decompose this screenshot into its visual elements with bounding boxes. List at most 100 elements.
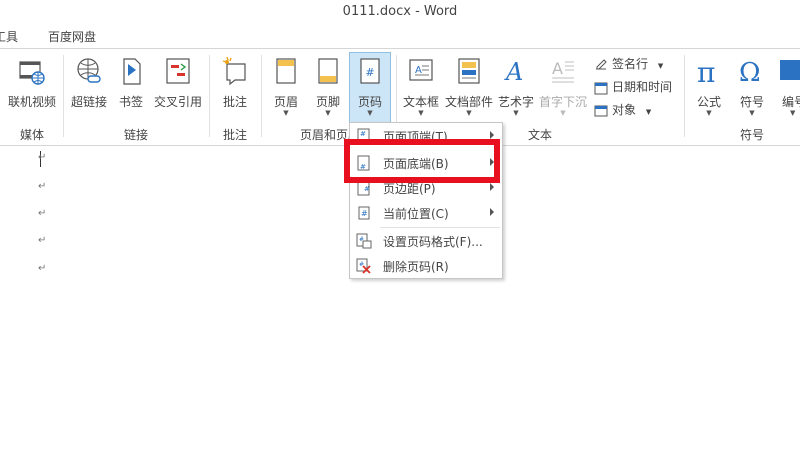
group-divider — [63, 55, 64, 137]
chevron-down-icon: ▼ — [466, 109, 472, 117]
group-links-label: 链接 — [123, 128, 148, 142]
hyperlink-label: 超链接 — [70, 95, 107, 109]
menu-item-current-position[interactable]: # 当前位置(C) — [350, 200, 502, 226]
dropcap-icon: A — [552, 59, 574, 83]
object-label: 对象 — [612, 103, 637, 117]
paragraph-mark: ↵ — [38, 181, 47, 192]
footer-label: 页脚 — [315, 95, 340, 109]
pi-icon: π — [697, 56, 715, 86]
signature-line-button[interactable]: 签名行 ▼ — [594, 55, 663, 75]
svg-text:#: # — [364, 185, 370, 193]
svg-text:#: # — [361, 209, 368, 218]
wordart-button[interactable]: A 艺术字 ▼ — [496, 53, 536, 123]
date-time-button[interactable]: 日期和时间 — [594, 78, 672, 98]
tab-tools[interactable]: 工具 — [0, 28, 18, 45]
page-number-button[interactable]: # 页码 ▼ — [349, 52, 391, 124]
group-divider — [261, 55, 262, 137]
svg-text:#: # — [360, 130, 366, 138]
hyperlink-icon — [77, 58, 101, 83]
ribbon-tabs: 工具 百度网盘 — [0, 24, 800, 48]
quick-parts-label: 文档部件 — [444, 95, 493, 109]
window-title: 0111.docx - Word — [342, 4, 458, 19]
quick-parts-icon — [458, 58, 480, 84]
chevron-down-icon: ▼ — [645, 108, 652, 116]
hyperlink-button[interactable]: 超链接 — [66, 53, 112, 123]
chevron-down-icon: ▼ — [283, 109, 289, 117]
svg-text:A: A — [552, 59, 563, 78]
comment-label: 批注 — [222, 95, 247, 109]
textbox-icon: A — [409, 59, 433, 81]
title-bar: 0111.docx - Word — [0, 0, 800, 24]
symbol-label: 符号 — [739, 95, 764, 109]
svg-text:A: A — [504, 58, 523, 86]
online-video-label: 联机视频 — [7, 95, 56, 109]
paragraph-mark: ↵ — [38, 235, 47, 246]
object-icon — [594, 105, 608, 116]
comment-button[interactable]: 批注 — [214, 53, 256, 123]
footer-icon — [318, 58, 338, 84]
header-button[interactable]: 页眉 ▼ — [266, 53, 306, 123]
chevron-down-icon: ▼ — [367, 109, 373, 117]
numbering-label: 编号 — [782, 95, 800, 109]
group-divider — [209, 55, 210, 137]
chevron-down-icon: ▼ — [749, 109, 755, 117]
signature-line-label: 签名行 — [612, 57, 649, 71]
page-number-icon: # — [360, 58, 380, 84]
delete-page-number-icon: # — [356, 258, 371, 274]
group-media-label: 媒体 — [19, 128, 44, 142]
equation-button[interactable]: π 公式 ▼ — [688, 53, 730, 123]
object-button[interactable]: 对象 ▼ — [594, 101, 651, 121]
cross-reference-button[interactable]: 交叉引用 — [150, 53, 206, 123]
wordart-label: 艺术字 — [497, 95, 534, 109]
chevron-down-icon: ▼ — [513, 109, 519, 117]
equation-label: 公式 — [696, 95, 721, 109]
chevron-down-icon: ▼ — [560, 109, 566, 117]
menu-item-format-page-numbers[interactable]: # 设置页码格式(F)... — [350, 228, 502, 254]
symbol-button[interactable]: Ω 符号 ▼ — [732, 53, 772, 123]
svg-text:A: A — [415, 65, 422, 76]
cross-reference-icon — [166, 58, 190, 84]
paragraph-mark: ↵ — [38, 208, 47, 219]
paragraph-mark: ↵ — [38, 152, 47, 163]
menu-item-label: 设置页码格式(F)... — [383, 235, 483, 249]
menu-item-remove-page-numbers[interactable]: # 删除页码(R) — [350, 253, 502, 279]
group-divider — [684, 55, 685, 137]
chevron-down-icon: ▼ — [657, 62, 664, 70]
numbering-icon — [780, 60, 800, 80]
group-symbols-label: 符号 — [739, 128, 764, 142]
textbox-button[interactable]: A 文本框 ▼ — [400, 53, 442, 123]
current-position-icon: # — [358, 206, 370, 220]
submenu-arrow-icon — [490, 208, 494, 216]
group-comments-label: 批注 — [222, 128, 247, 142]
bookmark-icon — [123, 58, 141, 85]
footer-button[interactable]: 页脚 ▼ — [308, 53, 348, 123]
omega-icon: Ω — [739, 58, 761, 86]
online-video-button[interactable]: 联机视频 — [4, 53, 60, 123]
chevron-down-icon: ▼ — [706, 109, 712, 117]
chevron-down-icon: ▼ — [325, 109, 331, 117]
numbering-button[interactable]: 编号 ▼ — [774, 53, 800, 123]
quick-parts-button[interactable]: 文档部件 ▼ — [444, 53, 494, 123]
header-icon — [276, 58, 296, 84]
date-time-label: 日期和时间 — [612, 80, 673, 94]
tab-baidu-netdisk[interactable]: 百度网盘 — [48, 28, 96, 45]
signature-line-icon — [596, 58, 607, 69]
svg-text:Ω: Ω — [739, 58, 761, 86]
svg-text:#: # — [365, 66, 374, 79]
online-video-icon — [19, 61, 45, 85]
svg-text:#: # — [359, 236, 364, 243]
annotation-highlight-box — [344, 139, 500, 183]
menu-item-label: 当前位置(C) — [383, 207, 449, 221]
chevron-down-icon: ▼ — [790, 109, 796, 117]
submenu-arrow-icon — [490, 131, 494, 139]
format-page-number-icon: # — [356, 233, 372, 249]
bookmark-button[interactable]: 书签 — [114, 53, 148, 123]
submenu-arrow-icon — [490, 183, 494, 191]
menu-item-label: 删除页码(R) — [383, 260, 449, 274]
chevron-down-icon: ▼ — [418, 109, 424, 117]
dropcap-label: 首字下沉 — [538, 95, 587, 109]
calendar-icon — [594, 82, 608, 94]
group-text-label: 文本 — [527, 128, 552, 142]
wordart-icon: A — [504, 58, 523, 86]
new-comment-icon — [222, 56, 246, 86]
